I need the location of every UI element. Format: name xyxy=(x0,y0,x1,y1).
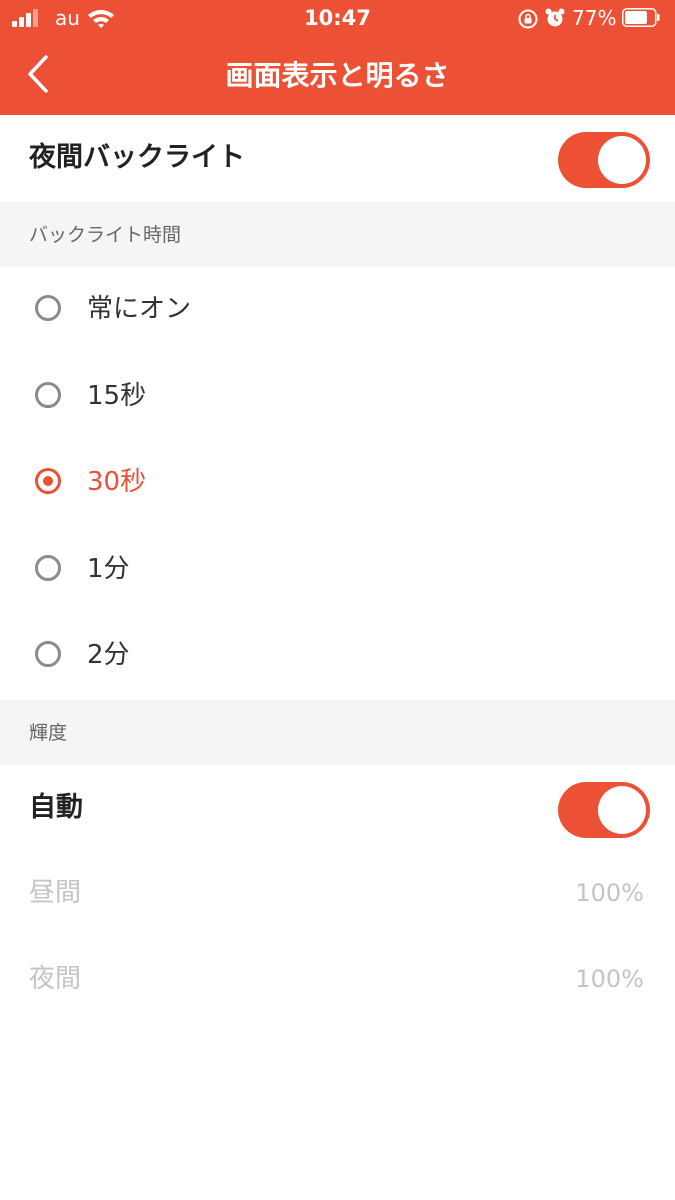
option-label: 2分 xyxy=(87,640,130,670)
night-backlight-toggle[interactable] xyxy=(558,132,650,188)
rotation-lock-icon xyxy=(518,9,538,29)
night-backlight-row: 夜間バックライト xyxy=(0,115,675,202)
daytime-brightness-row: 昼間 100% xyxy=(0,851,675,938)
section-header-label: バックライト時間 xyxy=(29,224,182,246)
option-label: 1分 xyxy=(87,553,130,584)
app-header: au 10:47 77% 画面表示と明るさ xyxy=(0,0,675,115)
night-brightness-value: 100% xyxy=(575,965,644,993)
backlight-time-section-header: バックライト時間 xyxy=(0,202,675,267)
daytime-brightness-value: 100% xyxy=(575,878,644,907)
toggle-knob xyxy=(598,136,646,184)
alarm-clock-icon xyxy=(545,8,565,27)
auto-brightness-toggle[interactable] xyxy=(558,781,650,838)
night-brightness-row: 夜間 100% xyxy=(0,938,675,1025)
backlight-option-30s[interactable]: 30秒 xyxy=(0,440,675,527)
brightness-section-header: 輝度 xyxy=(0,699,675,765)
backlight-option-always-on[interactable]: 常にオン xyxy=(0,267,675,354)
night-backlight-label: 夜間バックライト xyxy=(29,142,245,173)
night-brightness-label: 夜間 xyxy=(29,964,82,994)
option-label: 常にオン xyxy=(87,294,192,324)
radio-button[interactable] xyxy=(35,641,61,667)
backlight-option-15s[interactable]: 15秒 xyxy=(0,353,675,440)
daytime-brightness-label: 昼間 xyxy=(29,877,82,908)
backlight-option-2min[interactable]: 2分 xyxy=(0,613,675,700)
radio-button[interactable] xyxy=(35,381,61,408)
status-bar: au 10:47 77% xyxy=(0,0,675,36)
section-header-label: 輝度 xyxy=(29,721,68,744)
nav-bar: 画面表示と明るさ xyxy=(0,40,675,112)
option-label: 15秒 xyxy=(87,380,147,411)
radio-button[interactable] xyxy=(35,295,61,321)
battery-icon xyxy=(622,8,660,27)
backlight-option-1min[interactable]: 1分 xyxy=(0,526,675,613)
radio-button-selected[interactable] xyxy=(35,468,61,494)
option-label: 30秒 xyxy=(87,467,147,497)
backlight-time-options: 常にオン 15秒 30秒 1分 2分 xyxy=(0,267,675,700)
battery-percent: 77% xyxy=(572,6,617,30)
auto-brightness-row: 自動 xyxy=(0,764,675,852)
page-title: 画面表示と明るさ xyxy=(225,59,450,92)
radio-button[interactable] xyxy=(35,554,61,581)
auto-brightness-label: 自動 xyxy=(29,791,83,823)
toggle-knob xyxy=(598,785,646,834)
